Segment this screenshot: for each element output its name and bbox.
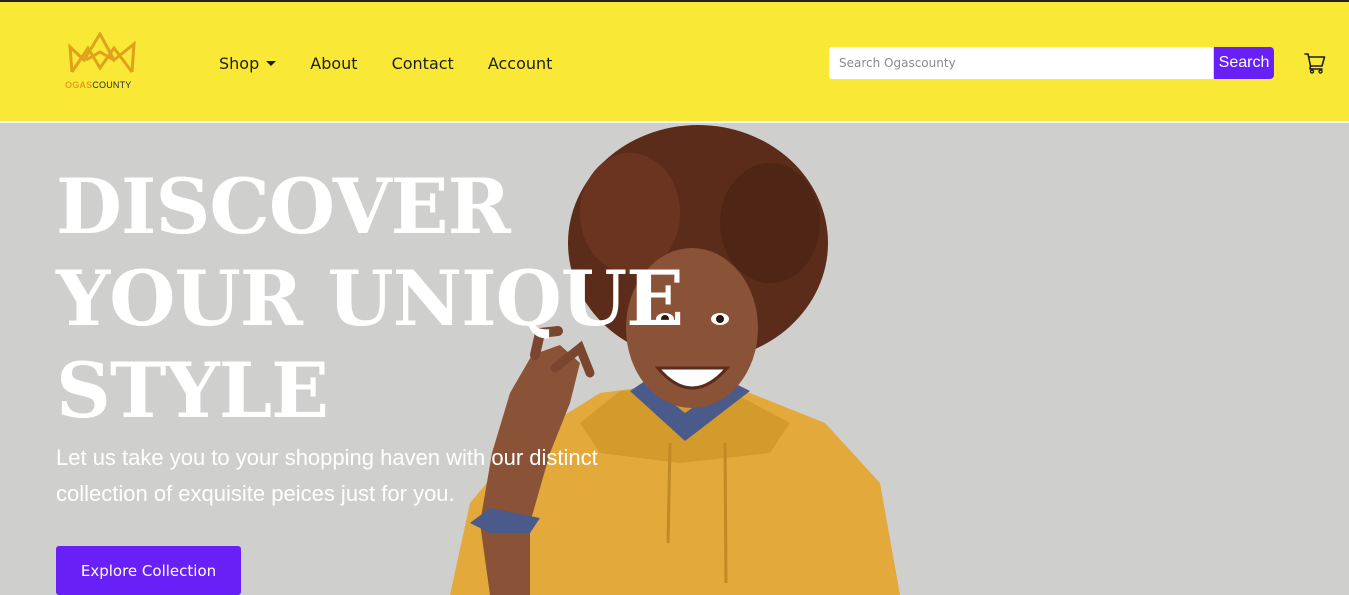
hero-headline-line-2: YOUR UNIQUE — [56, 254, 684, 343]
logo-wordmark: OGASCOUNTY — [65, 80, 132, 90]
nav-about[interactable]: About — [310, 54, 357, 73]
chevron-down-icon — [266, 60, 277, 66]
hero-subtext: Let us take you to your shopping haven w… — [56, 445, 598, 506]
hero-headline-line-3: STYLE — [56, 346, 329, 435]
nav-contact-label: Contact — [391, 53, 454, 73]
cart-button[interactable] — [1304, 52, 1326, 74]
cart-icon — [1304, 53, 1326, 74]
nav-contact[interactable]: Contact — [392, 54, 454, 73]
hero-banner: DISCOVER YOUR UNIQUE STYLE Let us take y… — [0, 123, 1349, 595]
search-input[interactable] — [829, 47, 1213, 79]
nav-shop[interactable]: Shop — [219, 53, 277, 73]
nav-account-label: Account — [487, 53, 553, 73]
search-button[interactable]: Search — [1214, 47, 1274, 79]
hero-headline: DISCOVER YOUR UNIQUE STYLE — [56, 161, 684, 437]
explore-collection-button[interactable]: Explore Collection — [56, 546, 241, 595]
main-nav: Shop About Contact Account — [219, 52, 586, 74]
nav-account[interactable]: Account — [488, 54, 553, 73]
site-header: OGASCOUNTY Shop About Contact Account Se… — [0, 2, 1349, 121]
nav-about-label: About — [310, 53, 358, 73]
hero-headline-line-1: DISCOVER — [56, 162, 511, 251]
logo-wordmark-regular: COUNTY — [92, 80, 132, 90]
logo-wordmark-bold: OGAS — [65, 80, 93, 90]
nav-shop-label: Shop — [219, 53, 260, 73]
